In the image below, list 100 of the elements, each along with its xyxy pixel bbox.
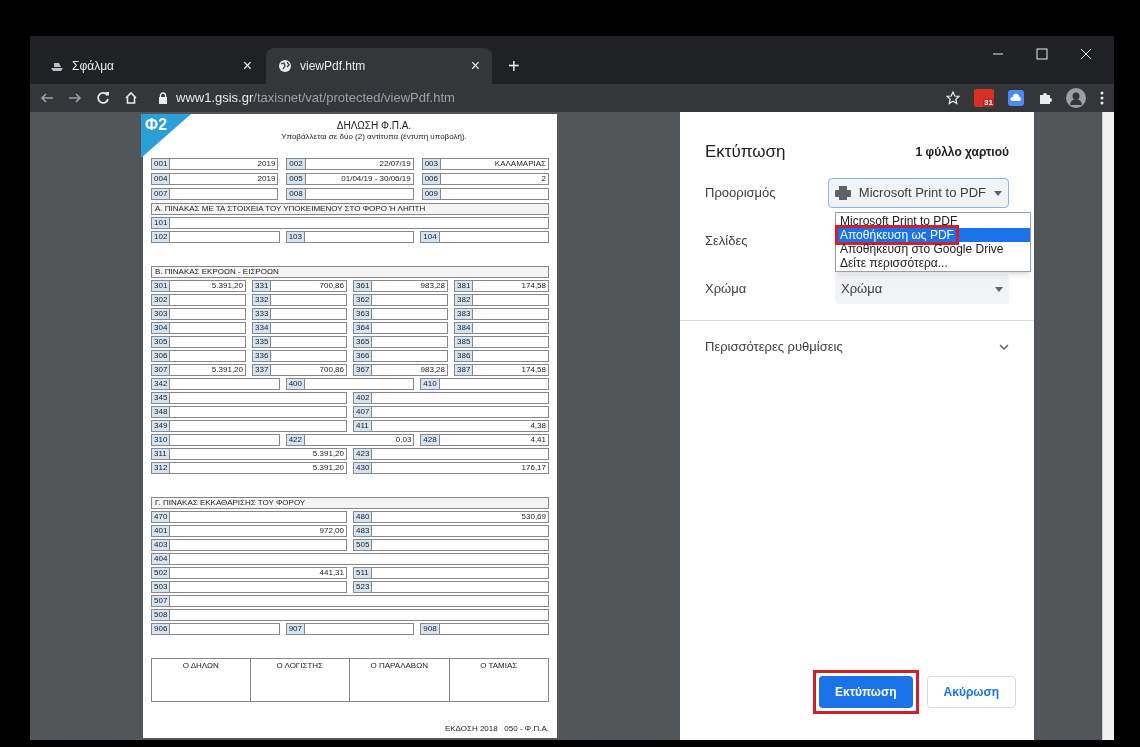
field-code: 331 (253, 281, 272, 292)
address-bar[interactable]: www1.gsis.gr/taxisnet/vat/protected/viewPdf.htm (152, 86, 932, 110)
field-code: 310 (152, 435, 171, 446)
select-value: Χρώμα (841, 280, 884, 299)
field-code: 361 (354, 281, 373, 292)
field-value: 983,28 (419, 365, 446, 375)
field-code: 523 (354, 582, 373, 593)
cloud-icon[interactable] (1008, 90, 1024, 106)
field-code: 342 (152, 379, 171, 390)
field-code: 345 (152, 393, 171, 404)
field-value: 2019 (256, 159, 277, 169)
field-value: 2 (540, 174, 547, 184)
setting-label: Σελίδες (705, 232, 749, 251)
field-code: 907 (286, 624, 306, 635)
globe-icon (278, 59, 292, 73)
close-icon[interactable] (1080, 48, 1092, 60)
menu-item[interactable]: Αποθήκευση στο Google Drive (836, 242, 1030, 256)
field-code: 502 (152, 568, 171, 579)
avatar-icon[interactable] (1066, 88, 1086, 108)
field-code: 387 (455, 365, 474, 376)
field-code: 009 (422, 189, 441, 199)
browser-tab[interactable]: viewPdf.htm × (266, 48, 492, 84)
cancel-button[interactable]: Ακύρωση (926, 676, 1016, 708)
more-settings-toggle[interactable]: Περισσότερες ρυθμίσεις (680, 321, 1034, 373)
tab-close-button[interactable]: × (470, 58, 480, 74)
setting-label: Προορισμός (705, 184, 777, 203)
field-code: 401 (152, 526, 171, 537)
field-code: 402 (354, 393, 373, 404)
field-code: 503 (152, 582, 171, 593)
sheet-count: 1 φύλλο χαρτιού (915, 144, 1009, 161)
field-code: 428 (421, 435, 440, 446)
back-icon[interactable] (40, 91, 54, 105)
field-code: 348 (152, 407, 171, 418)
form-title: ΔΗΛΩΣΗ Φ.Π.Α. (336, 120, 412, 131)
field-code: 400 (286, 379, 306, 390)
field-code: 101 (152, 218, 171, 228)
menu-item[interactable]: Αποθήκευση ως PDF (836, 228, 1030, 242)
field-value: 5.391,20 (210, 365, 244, 375)
field-code: 381 (455, 281, 474, 292)
field-code: 365 (354, 337, 373, 348)
field-code: 908 (421, 624, 440, 635)
field-code: 103 (286, 232, 306, 242)
star-icon[interactable] (946, 91, 960, 105)
signature-label: Ο ΔΗΛΩΝ (182, 662, 219, 673)
field-value: 174,58 (520, 365, 547, 375)
field-code: 508 (152, 610, 171, 621)
field-code: 364 (354, 323, 373, 334)
field-code: 001 (152, 159, 171, 169)
forward-icon[interactable] (68, 91, 82, 105)
more-menu-icon[interactable] (1100, 91, 1104, 105)
section-heading: Β. ΠΙΝΑΚΑΣ ΕΚΡΟΩΝ - ΕΙΣΡΟΩΝ (151, 266, 549, 279)
select-value: Microsoft Print to PDF (858, 184, 986, 203)
field-code: 311 (152, 449, 170, 460)
field-code: 407 (354, 407, 373, 418)
field-code: 382 (455, 295, 474, 306)
field-code: 004 (152, 174, 171, 184)
puzzle-icon[interactable] (1038, 91, 1052, 105)
field-code: 480 (354, 512, 373, 523)
field-value: 176,17 (520, 463, 547, 473)
field-value: 5.391,20 (311, 463, 345, 473)
menu-item[interactable]: Microsoft Print to PDF (836, 214, 1030, 228)
menu-item[interactable]: Δείτε περισσότερα... (836, 256, 1030, 270)
field-value: 5.391,20 (311, 449, 345, 459)
setting-label: Χρώμα (705, 280, 748, 299)
reload-icon[interactable] (96, 91, 110, 105)
field-code: 367 (354, 365, 373, 376)
field-value: 22/07/19 (378, 159, 412, 169)
field-code: 102 (152, 232, 171, 242)
field-code: 422 (286, 435, 306, 446)
field-code: 362 (354, 295, 373, 306)
field-code: 410 (421, 379, 440, 390)
field-code: 386 (455, 351, 474, 362)
field-value: 4,41 (529, 435, 547, 445)
scrollbar[interactable] (1102, 112, 1114, 740)
calendar-extension-icon[interactable]: 31 (974, 89, 994, 107)
new-tab-button[interactable]: + (508, 56, 520, 76)
destination-select[interactable]: Microsoft Print to PDF (827, 178, 1009, 208)
field-value: 0,03 (394, 435, 413, 445)
field-code: 423 (354, 449, 373, 460)
field-value: ΚΑΛΑΜΑΡΙΑΣ (493, 159, 547, 169)
tab-close-button[interactable]: × (242, 58, 252, 74)
field-code: 349 (152, 421, 171, 432)
field-code: 006 (422, 174, 441, 184)
field-value: 441,31 (318, 568, 345, 578)
color-select[interactable]: Χρώμα (835, 274, 1009, 304)
field-code: 404 (152, 554, 171, 565)
maximize-icon[interactable] (1036, 48, 1048, 60)
field-code: 511 (354, 568, 372, 579)
field-code: 333 (253, 309, 272, 320)
field-code: 305 (152, 337, 171, 348)
field-value: 2019 (256, 174, 277, 184)
section-heading: Α. ΠΙΝΑΚΑΣ ΜΕ ΤΑ ΣΤΟΙΧΕΙΑ ΤΟΥ ΥΠΟΚΕΙΜΕΝΟΥ ΣΤΟ ΦΟΡΟ Ή ΛΗΠΤΗ (151, 203, 549, 215)
print-button[interactable]: Εκτύπωση (818, 676, 913, 708)
field-value: 700,86 (318, 365, 345, 375)
home-icon[interactable] (124, 91, 138, 105)
field-code: 430 (354, 463, 373, 474)
chevron-down-icon (999, 344, 1009, 350)
field-code: 008 (287, 189, 306, 199)
field-code: 483 (354, 526, 373, 537)
ship-icon (50, 60, 64, 72)
